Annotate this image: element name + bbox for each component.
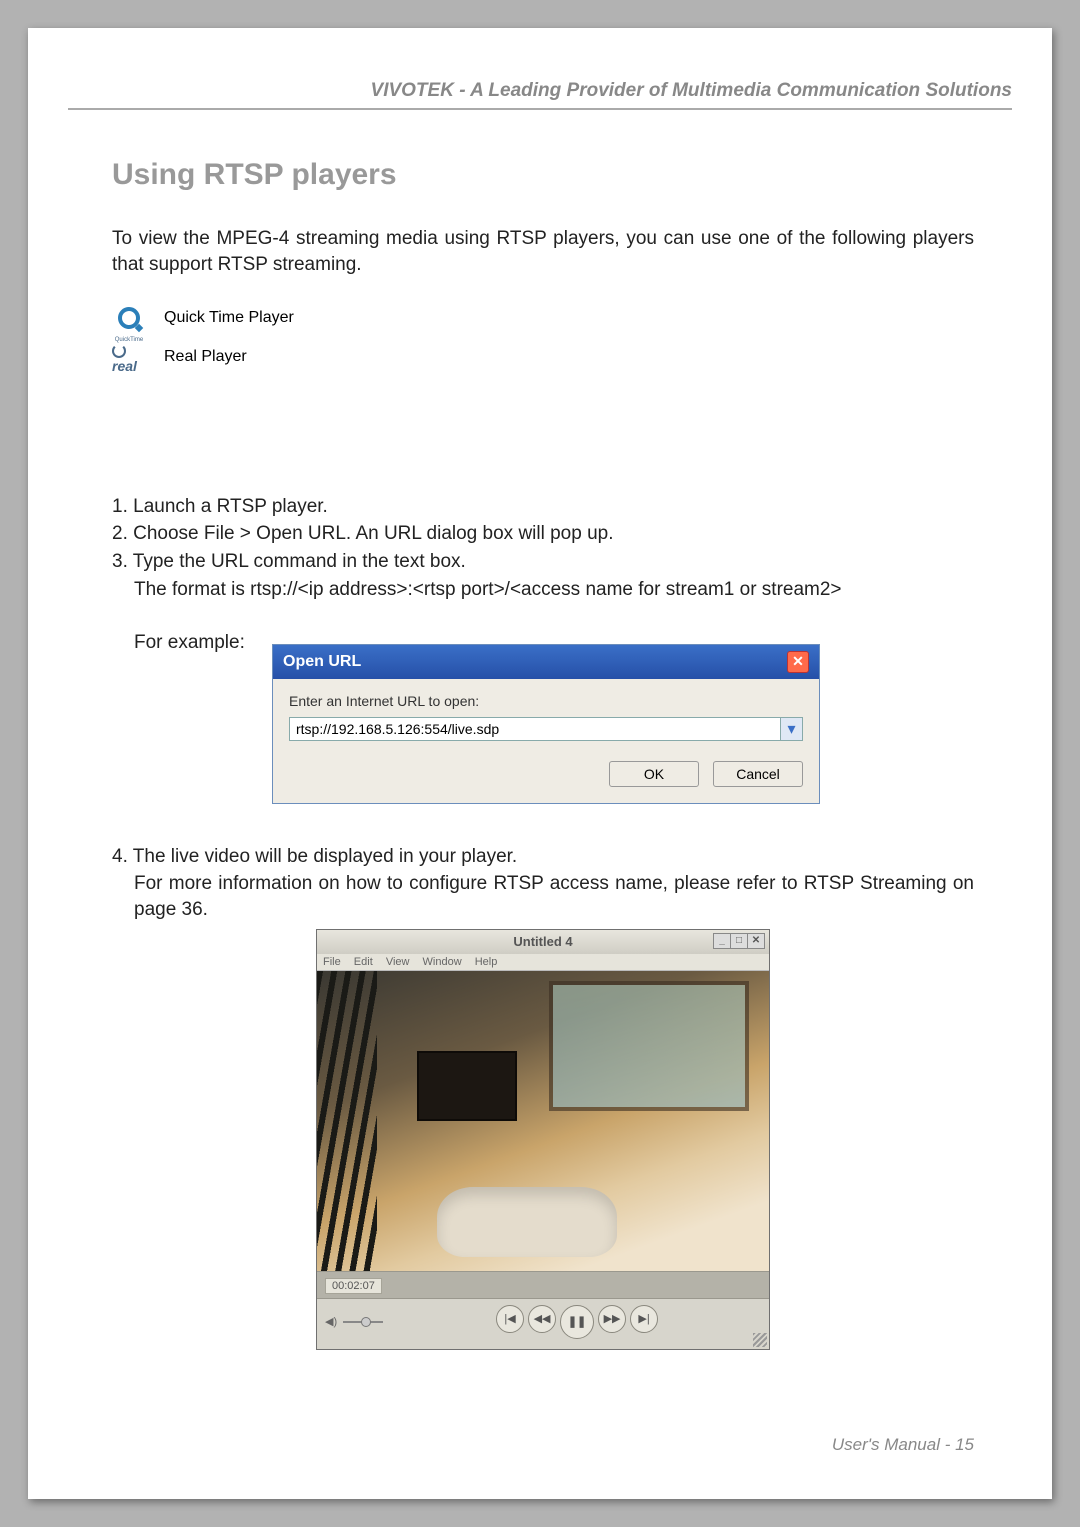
step-3-format: The format is rtsp://<ip address>:<rtsp … [134,577,974,603]
menu-file[interactable]: File [323,956,341,968]
step-2: 2. Choose File > Open URL. An URL dialog… [112,521,974,547]
skip-start-icon[interactable]: |◀ [496,1305,524,1333]
footer-label: User's Manual - 15 [832,1435,974,1454]
player-label: Quick Time Player [164,309,294,327]
open-url-dialog-figure: Open URL ✕ Enter an Internet URL to open… [272,644,974,804]
url-input[interactable] [289,717,781,741]
player-controls: ◀) |◀ ◀◀ ❚❚ ▶▶ ▶| [317,1299,769,1349]
menu-edit[interactable]: Edit [354,956,373,968]
page-header: VIVOTEK - A Leading Provider of Multimed… [68,80,1012,110]
forward-icon[interactable]: ▶▶ [598,1305,626,1333]
menu-view[interactable]: View [386,956,410,968]
open-url-dialog: Open URL ✕ Enter an Internet URL to open… [272,644,820,804]
video-area [317,971,769,1271]
step-4-detail: For more information on how to configure… [134,871,974,922]
player-titlebar: Untitled 4 _ □ ✕ [317,930,769,954]
pause-icon[interactable]: ❚❚ [560,1305,594,1339]
close-icon[interactable]: ✕ [787,651,809,673]
dialog-prompt: Enter an Internet URL to open: [289,693,803,709]
ok-button[interactable]: OK [609,761,699,787]
skip-end-icon[interactable]: ▶| [630,1305,658,1333]
volume-slider[interactable]: ◀) [325,1315,383,1328]
player-menubar: File Edit View Window Help [317,954,769,971]
player-label: Real Player [164,348,247,366]
dialog-body: Enter an Internet URL to open: ▾ OK Canc… [273,679,819,803]
menu-help[interactable]: Help [475,956,498,968]
page-footer: User's Manual - 15 [832,1435,974,1455]
player-window-figure: Untitled 4 _ □ ✕ File Edit View Window H… [112,929,974,1350]
steps-list: 1. Launch a RTSP player. 2. Choose File … [112,494,974,656]
url-field: ▾ [289,717,803,741]
chevron-down-icon[interactable]: ▾ [781,717,803,741]
intro-paragraph: To view the MPEG-4 streaming media using… [112,226,974,277]
page-content: Using RTSP players To view the MPEG-4 st… [112,158,974,1350]
manual-page: VIVOTEK - A Leading Provider of Multimed… [28,28,1052,1499]
menu-window[interactable]: Window [423,956,462,968]
rewind-icon[interactable]: ◀◀ [528,1305,556,1333]
close-icon[interactable]: ✕ [747,933,765,949]
quicktime-icon: QuickTime [112,301,146,335]
step-4: 4. The live video will be displayed in y… [112,844,974,870]
speaker-icon: ◀) [325,1315,337,1328]
cancel-button[interactable]: Cancel [713,761,803,787]
dialog-titlebar: Open URL ✕ [273,645,819,679]
step-3: 3. Type the URL command in the text box. [112,549,974,575]
maximize-icon[interactable]: □ [730,933,748,949]
step-1: 1. Launch a RTSP player. [112,494,974,520]
realplayer-icon: real [112,341,146,373]
player-timebar: 00:02:07 [317,1271,769,1299]
transport-buttons: |◀ ◀◀ ❚❚ ▶▶ ▶| [393,1305,761,1339]
section-title: Using RTSP players [112,158,974,192]
resize-grip-icon[interactable] [753,1333,767,1347]
elapsed-time: 00:02:07 [325,1278,382,1294]
dialog-buttons: OK Cancel [289,761,803,787]
player-item-quicktime: QuickTime Quick Time Player [112,301,974,335]
header-tagline: VIVOTEK - A Leading Provider of Multimed… [371,80,1012,101]
player-item-realplayer: real Real Player [112,341,974,373]
player-list: QuickTime Quick Time Player real Real Pl… [112,301,974,373]
minimize-icon[interactable]: _ [713,933,731,949]
media-player-window: Untitled 4 _ □ ✕ File Edit View Window H… [316,929,770,1350]
steps-list-cont: 4. The live video will be displayed in y… [112,844,974,923]
player-title: Untitled 4 [513,934,572,949]
dialog-title: Open URL [283,653,361,671]
